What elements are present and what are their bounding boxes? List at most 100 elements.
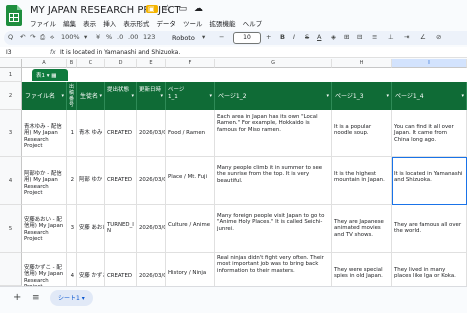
file-name-cell[interactable]: 安藤あおい - 配信用) My Japan Research Project <box>22 205 67 253</box>
column-header-i[interactable]: I <box>392 59 467 68</box>
sheets-logo-icon[interactable] <box>6 5 22 26</box>
menu-tools[interactable]: ツール <box>183 20 203 28</box>
column-header-e[interactable]: E <box>137 59 166 68</box>
number-cell[interactable]: 2 <box>67 157 77 205</box>
add-sheet-button[interactable]: + <box>13 292 21 303</box>
horizontal-align-icon[interactable]: ≡ <box>372 33 377 41</box>
column-header-c[interactable]: C <box>77 59 105 68</box>
header-file-name[interactable]: ファイル名 ▾ <box>22 82 67 110</box>
number-cell[interactable]: 3 <box>67 205 77 253</box>
fill-color-icon[interactable]: ◈ <box>331 33 336 41</box>
borders-icon[interactable]: ⊞ <box>344 33 349 41</box>
paint-format-icon[interactable]: ⟡ <box>50 33 54 42</box>
header-updated-at[interactable]: 更新日時 ▾ <box>137 82 166 110</box>
text-cell[interactable]: It is a popular noodle soup. <box>332 110 392 157</box>
formula-input[interactable]: It is located in Yamanashi and Shizuoka. <box>60 49 180 56</box>
file-name-cell[interactable]: 阿部ゆか - 配信用) My Japan Research Project <box>22 157 67 205</box>
star-icon[interactable]: ☆ <box>164 4 173 14</box>
menu-format[interactable]: 表示形式 <box>123 20 149 28</box>
number-cell[interactable]: 1 <box>67 110 77 157</box>
column-header-d[interactable]: D <box>105 59 137 68</box>
folder-icon[interactable]: ▭ <box>178 4 188 14</box>
menu-file[interactable]: ファイル <box>30 20 56 28</box>
status-cell[interactable]: TURNED_IN <box>105 205 137 253</box>
topic-cell[interactable]: Place / Mt. Fuji <box>166 157 215 205</box>
more-formats-button[interactable]: 123 <box>143 33 155 41</box>
link-icon[interactable]: ⊘ <box>436 33 441 41</box>
menu-edit[interactable]: 編集 <box>63 20 76 28</box>
text-cell[interactable]: They were special spies in old Japan. <box>332 253 392 286</box>
date-cell[interactable]: 2026/03/0 <box>137 253 166 286</box>
header-student-name[interactable]: 生徒名 ▾ <box>77 82 105 110</box>
all-sheets-menu-icon[interactable]: ≡ <box>32 293 40 303</box>
undo-icon[interactable]: ↶ <box>20 33 25 41</box>
status-cell[interactable]: CREATED <box>105 253 137 286</box>
topic-cell[interactable]: Food / Ramen <box>166 110 215 157</box>
row-header-6[interactable] <box>0 253 22 286</box>
menu-insert[interactable]: 挿入 <box>103 20 116 28</box>
header-page1-1[interactable]: ページ1_1 ▾ <box>166 82 215 110</box>
drive-badge-icon[interactable]: ▣ <box>146 5 158 13</box>
decrease-decimal-button[interactable]: .0 <box>117 33 123 41</box>
text-color-button[interactable]: A <box>317 33 321 41</box>
row-header-5[interactable]: 5 <box>0 205 22 253</box>
header-submit-status[interactable]: 提出状態 ▾ <box>105 82 137 110</box>
student-name-cell[interactable]: 阿部 ゆか <box>77 157 105 205</box>
number-cell[interactable]: 4 <box>67 253 77 286</box>
menu-data[interactable]: データ <box>156 20 176 28</box>
text-rotation-icon[interactable]: ∠ <box>420 33 426 41</box>
menu-view[interactable]: 表示 <box>83 20 96 28</box>
search-menus-icon[interactable]: Q <box>8 33 13 41</box>
column-header-g[interactable]: G <box>215 59 332 68</box>
table-name-chip[interactable]: 表1 ▾ ▦ <box>32 69 68 81</box>
row-header-3[interactable]: 3 <box>0 110 22 157</box>
column-header-h[interactable]: H <box>332 59 392 68</box>
column-header-a[interactable]: A <box>22 59 67 68</box>
student-name-cell[interactable]: 安藤 かずこ <box>77 253 105 286</box>
file-name-cell[interactable]: 安藤かずこ - 配信用) My Japan Research Project <box>22 253 67 286</box>
student-name-cell[interactable]: 青木 ゆみ <box>77 110 105 157</box>
selected-cell[interactable]: It is located in Yamanashi and Shizuoka. <box>392 157 467 205</box>
currency-format-button[interactable]: ¥ <box>96 33 100 41</box>
header-page1-4[interactable]: ページ1_4 ▾ <box>392 82 467 110</box>
header-submission-number[interactable]: 出稿番号 <box>67 82 77 110</box>
strikethrough-button[interactable]: S <box>305 33 309 41</box>
column-header-b[interactable]: B <box>67 59 77 68</box>
text-cell[interactable]: Real ninjas didn't fight very often. The… <box>215 253 332 286</box>
increase-decimal-button[interactable]: .00 <box>128 33 138 41</box>
row-header-2[interactable]: 2 <box>0 82 22 110</box>
student-name-cell[interactable]: 安藤 あおい <box>77 205 105 253</box>
bold-button[interactable]: B <box>280 33 285 41</box>
sheet-tab[interactable]: シート1 ▾ <box>50 290 93 306</box>
decrease-font-size-button[interactable]: − <box>219 33 224 41</box>
text-cell[interactable]: They lived in many places like Iga or Ko… <box>392 253 467 286</box>
topic-cell[interactable]: History / Ninja <box>166 253 215 286</box>
text-cell[interactable]: Many people climb it in summer to see th… <box>215 157 332 205</box>
date-cell[interactable]: 2026/03/0 <box>137 110 166 157</box>
text-cell[interactable]: They are Japanese animated movies and TV… <box>332 205 392 253</box>
menu-extensions[interactable]: 拡張機能 <box>210 20 236 28</box>
status-cell[interactable]: CREATED <box>105 110 137 157</box>
text-cell[interactable]: They are famous all over the world. <box>392 205 467 253</box>
print-icon[interactable]: ⎙ <box>40 33 45 42</box>
header-page1-3[interactable]: ページ1_3 ▾ <box>332 82 392 110</box>
text-cell[interactable]: Many foreign people visit Japan to go to… <box>215 205 332 253</box>
increase-font-size-button[interactable]: + <box>266 33 271 41</box>
text-cell[interactable]: Each area in Japan has its own "Local Ra… <box>215 110 332 157</box>
vertical-align-icon[interactable]: ⊥ <box>388 33 394 41</box>
name-box[interactable]: I3 <box>6 49 12 56</box>
merge-cells-icon[interactable]: ⊟ <box>357 33 362 41</box>
cloud-icon[interactable]: ☁ <box>194 4 204 14</box>
text-cell[interactable]: You can find it all over Japan. It came … <box>392 110 467 157</box>
file-name-cell[interactable]: 青木ゆみ - 配信用) My Japan Research Project <box>22 110 67 157</box>
font-size-input[interactable]: 10 <box>233 32 261 44</box>
header-page1-2[interactable]: ページ1_2 ▾ <box>215 82 332 110</box>
select-all-corner[interactable] <box>0 59 22 68</box>
text-cell[interactable]: It is the highest mountain in Japan. <box>332 157 392 205</box>
percent-format-button[interactable]: % <box>106 33 112 41</box>
redo-icon[interactable]: ↷ <box>30 33 35 41</box>
status-cell[interactable]: CREATED <box>105 157 137 205</box>
date-cell[interactable]: 2026/03/0 <box>137 157 166 205</box>
topic-cell[interactable]: Culture / Anime <box>166 205 215 253</box>
text-wrap-icon[interactable]: ⇥ <box>404 33 409 41</box>
